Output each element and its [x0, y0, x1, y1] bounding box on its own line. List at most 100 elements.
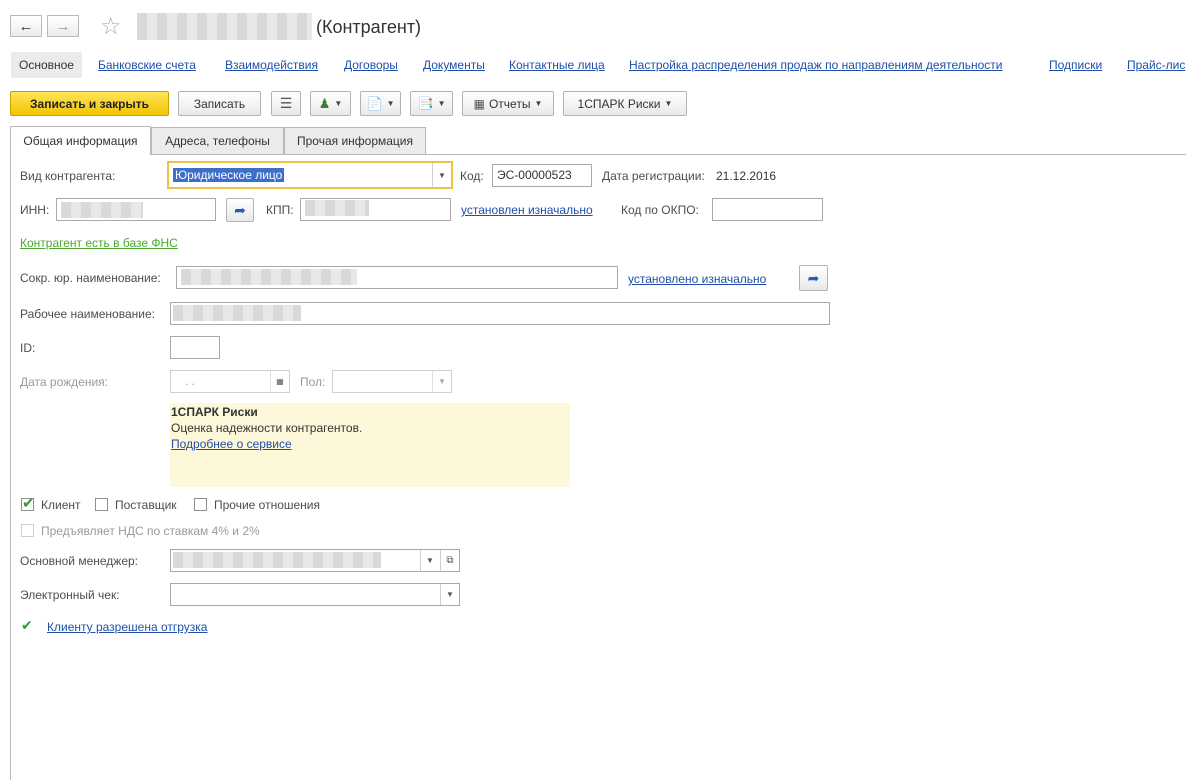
redacted-inn [61, 202, 143, 218]
kind-value: Юридическое лицо [173, 168, 285, 182]
kpp-source-link[interactable]: установлен изначально [461, 203, 593, 217]
calendar-icon[interactable]: ▦ [270, 371, 289, 392]
inn-field[interactable] [56, 198, 216, 221]
document-clock-icon: 📄 [366, 95, 383, 111]
arrow-right-icon: → [55, 17, 71, 35]
curved-arrow-icon: ➦ [234, 201, 246, 218]
chevron-down-icon: ▼ [334, 99, 343, 108]
birth-date-field[interactable]: . . ▦ [170, 370, 290, 393]
chevron-down-icon[interactable]: ▼ [440, 584, 459, 605]
list-icon: ☰ [279, 95, 293, 111]
list-button[interactable]: ☰ [271, 91, 301, 116]
regdate-value: 21.12.2016 [716, 169, 777, 183]
fns-link[interactable]: Контрагент есть в базе ФНС [20, 236, 178, 250]
manager-label: Основной менеджер: [20, 554, 139, 568]
id-label: ID: [20, 341, 36, 355]
echeck-select[interactable]: ▼ [170, 583, 460, 606]
check-icon: ✔ [21, 617, 33, 633]
save-close-button[interactable]: Записать и закрыть [10, 91, 169, 116]
chevron-down-icon: ▼ [386, 99, 395, 108]
kind-select[interactable]: Юридическое лицо ▼ [167, 161, 453, 189]
page-title: (Контрагент) [316, 17, 422, 37]
other-relations-checkbox[interactable] [194, 498, 207, 511]
vat-checkbox[interactable] [21, 524, 34, 537]
short-name-label: Сокр. юр. наименование: [20, 271, 161, 285]
regdate-label: Дата регистрации: [602, 169, 705, 183]
chevron-down-icon[interactable]: ▼ [432, 163, 451, 187]
report-icon: ▦ [473, 96, 485, 111]
panel-border [151, 154, 1186, 155]
okpo-label: Код по ОКПО: [621, 203, 699, 217]
supplier-checkbox[interactable] [95, 498, 108, 511]
nav-link-pricelist[interactable]: Прайс-лис [1127, 58, 1185, 72]
tab-other-info[interactable]: Прочая информация [284, 127, 426, 154]
work-name-label: Рабочее наименование: [20, 307, 155, 321]
reports-button[interactable]: ▦ Отчеты ▼ [462, 91, 554, 116]
spark-title: 1СПАРК Риски [171, 405, 258, 419]
birth-date-value: . . [185, 374, 196, 388]
related-docs-button[interactable]: 📑 ▼ [410, 91, 453, 116]
vat-label: Предъявляет НДС по ставкам 4% и 2% [41, 524, 260, 538]
birth-label: Дата рождения: [20, 375, 108, 389]
curved-arrow-icon: ➦ [807, 269, 820, 286]
save-button[interactable]: Записать [178, 91, 261, 116]
inn-label: ИНН: [20, 203, 50, 217]
gender-label: Пол: [300, 375, 326, 389]
arrow-left-icon: ← [18, 17, 34, 35]
kind-label: Вид контрагента: [20, 169, 116, 183]
open-icon[interactable]: ⧉ [440, 550, 459, 571]
okpo-field[interactable] [712, 198, 823, 221]
users-menu-button[interactable]: ♟ ▼ [310, 91, 351, 116]
redacted-kpp [305, 200, 369, 216]
nav-link-contacts[interactable]: Контактные лица [509, 58, 605, 72]
check-icon: ✔ [22, 495, 35, 512]
spark-more-link[interactable]: Подробнее о сервисе [171, 437, 292, 451]
create-based-button[interactable]: 📄 ▼ [360, 91, 401, 116]
panel-border-left [10, 154, 11, 780]
id-field[interactable] [170, 336, 220, 359]
chevron-down-icon[interactable]: ▼ [432, 371, 451, 392]
short-name-source-link[interactable]: установлено изначально [628, 272, 766, 286]
short-name-field[interactable] [176, 266, 618, 289]
tab-general[interactable]: Общая информация [10, 126, 151, 155]
nav-link-subscriptions[interactable]: Подписки [1049, 58, 1102, 72]
gender-select[interactable]: ▼ [332, 370, 452, 393]
documents-icon: 📑 [417, 95, 434, 111]
chevron-down-icon: ▼ [437, 99, 446, 108]
redacted-work-name [173, 305, 301, 321]
back-button[interactable]: ← [10, 15, 42, 37]
reports-label: Отчеты [488, 96, 531, 111]
client-label: Клиент [41, 498, 81, 512]
users-icon: ♟ [318, 95, 331, 111]
redacted-name [137, 13, 312, 40]
code-label: Код: [460, 169, 484, 183]
fill-by-inn-button[interactable]: ➦ [226, 198, 254, 222]
nav-link-main[interactable]: Основное [11, 52, 82, 78]
nav-link-interactions[interactable]: Взаимодействия [225, 58, 318, 72]
forward-button[interactable]: → [47, 15, 79, 37]
manager-field[interactable]: ▼ ⧉ [170, 549, 460, 572]
shipment-allowed-link[interactable]: Клиенту разрешена отгрузка [47, 620, 207, 634]
work-name-field[interactable] [170, 302, 830, 325]
chevron-down-icon: ▼ [534, 99, 543, 108]
nav-link-bank-accounts[interactable]: Банковские счета [98, 58, 196, 72]
update-name-button[interactable]: ➦ [799, 265, 828, 291]
chevron-down-icon[interactable]: ▼ [420, 550, 439, 571]
nav-link-contracts[interactable]: Договоры [344, 58, 398, 72]
kpp-label: КПП: [266, 203, 294, 217]
chevron-down-icon: ▼ [664, 99, 673, 108]
echeck-label: Электронный чек: [20, 588, 120, 602]
nav-link-documents[interactable]: Документы [423, 58, 485, 72]
star-icon[interactable]: ☆ [100, 12, 122, 41]
client-checkbox[interactable]: ✔ [21, 495, 35, 512]
spark-description: Оценка надежности контрагентов. [171, 421, 363, 435]
code-field[interactable]: ЭС-00000523 [492, 164, 592, 187]
spark-label: 1СПАРК Риски [577, 96, 661, 111]
tab-addresses[interactable]: Адреса, телефоны [151, 127, 284, 154]
supplier-label: Поставщик [115, 498, 177, 512]
redacted-manager [173, 552, 381, 568]
nav-link-sales-distribution[interactable]: Настройка распределения продаж по направ… [629, 58, 1002, 72]
other-relations-label: Прочие отношения [214, 498, 321, 512]
spark-button[interactable]: 1СПАРК Риски ▼ [563, 91, 687, 116]
kpp-field[interactable] [300, 198, 451, 221]
